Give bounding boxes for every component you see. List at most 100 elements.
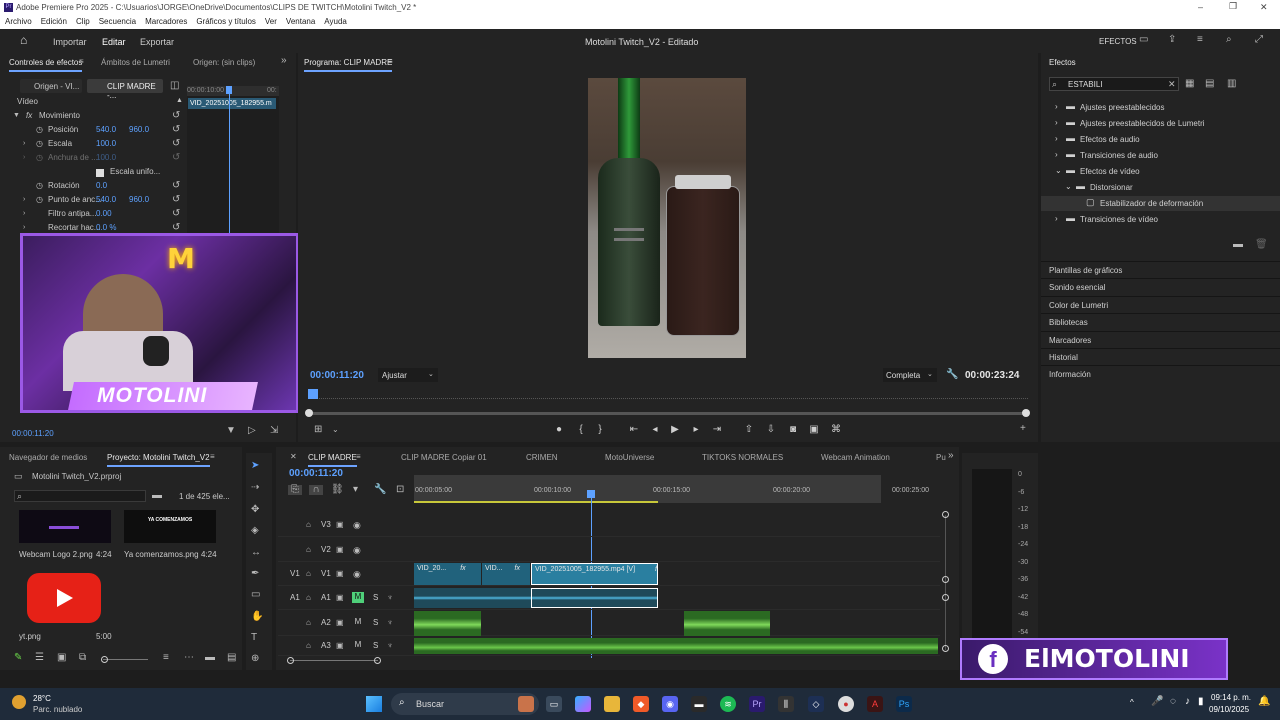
icon-view-icon[interactable]: ▣ <box>57 653 66 663</box>
task-view-icon[interactable]: ▭ <box>546 696 562 712</box>
volume-icon[interactable]: ♪ <box>1185 697 1190 707</box>
new-bin-icon[interactable]: ▬ <box>205 653 215 663</box>
sequence-tab[interactable]: CLIP MADRE Copiar 01 <box>401 453 487 462</box>
sync-lock-icon[interactable]: ▣ <box>336 641 344 651</box>
timeline-playhead[interactable] <box>587 490 595 498</box>
reset-icon[interactable]: ↺ <box>172 181 180 191</box>
premiere-icon[interactable]: Pr <box>749 696 765 712</box>
track-v3[interactable]: ⌂ V3 ▣ ◉ <box>278 513 940 537</box>
sequence-tab[interactable]: MotoUniverse <box>605 453 654 462</box>
expand-tabs-icon[interactable]: » <box>948 451 954 461</box>
add-marker-icon[interactable]: ▾ <box>353 485 358 495</box>
tab-lumetri-scopes[interactable]: Ámbitos de Lumetri <box>101 58 170 67</box>
track-name[interactable]: A3 <box>321 641 331 650</box>
lock-icon[interactable]: ⌂ <box>306 641 311 651</box>
project-item-yt[interactable]: yt.png 5:00 <box>19 571 112 641</box>
generative-extend-icon[interactable]: ⊕ <box>251 654 259 664</box>
effects-tree-item[interactable]: › ▬ Ajustes preestablecidos de Lumetri <box>1041 116 1280 131</box>
close-icon[interactable]: ✕ <box>290 452 297 462</box>
new-bin-icon[interactable]: ▬ <box>1233 240 1243 250</box>
terminal-icon[interactable]: ▬ <box>691 696 707 712</box>
zoom-scrollbar[interactable] <box>308 412 1026 415</box>
track-select-icon[interactable]: ⇢ <box>251 483 259 493</box>
yuv-effects-icon[interactable]: ▥ <box>1227 79 1236 89</box>
track-name[interactable]: A1 <box>321 593 331 602</box>
step-forward-icon[interactable]: ▸ <box>689 424 703 436</box>
effects-section-header[interactable]: Sonido esencial <box>1049 283 1105 292</box>
track-name[interactable]: V1 <box>321 569 331 578</box>
hand-tool-icon[interactable]: ✋ <box>251 612 263 622</box>
chevron-right-icon[interactable]: › <box>23 223 25 233</box>
reset-icon[interactable]: ↺ <box>172 139 180 149</box>
audio-clip-a3[interactable] <box>414 638 938 654</box>
new-bin-icon[interactable]: ▬ <box>152 491 162 501</box>
maximize-button[interactable]: ❐ <box>1229 1 1237 12</box>
notifications-icon[interactable]: 🔔 <box>1258 697 1270 707</box>
solo-button[interactable]: S <box>373 593 378 602</box>
panel-menu-icon[interactable]: ≡ <box>210 452 215 462</box>
chevron-right-icon[interactable]: › <box>23 209 25 219</box>
stopwatch-icon[interactable]: ◷ <box>36 153 43 163</box>
minimize-button[interactable]: – <box>1198 2 1203 12</box>
effects-title[interactable]: Efectos <box>1049 58 1076 67</box>
mic-icon[interactable]: 🎤 <box>1151 697 1163 707</box>
stopwatch-icon[interactable]: ◷ <box>36 125 43 135</box>
clear-search-icon[interactable]: ✕ <box>1168 79 1176 89</box>
property-value-1[interactable]: 540.0 <box>96 125 116 134</box>
effects-tree-item[interactable]: ▢ Estabilizador de deformación <box>1041 196 1280 211</box>
chevron-down-icon[interactable]: ⌄ <box>1065 182 1072 191</box>
selection-tool-icon[interactable]: ➤ <box>251 461 259 471</box>
slip-tool-icon[interactable]: ↔ <box>251 548 261 558</box>
timeline-clip-v1-selected[interactable]: VID_20251005_182955.mp4 [V]fx <box>531 563 658 585</box>
panel-icon[interactable]: ▭ <box>1139 35 1148 45</box>
source-clip-dropdown[interactable]: Origen - VI... <box>20 79 82 93</box>
program-title[interactable]: Programa: CLIP MADRE <box>304 58 393 72</box>
home-icon[interactable]: ⌂ <box>20 34 27 46</box>
camera-icon[interactable]: ◙ <box>786 424 800 436</box>
chevron-right-icon[interactable]: › <box>1055 102 1058 111</box>
track-name[interactable]: A2 <box>321 618 331 627</box>
quick-export-icon[interactable]: ≡ <box>1197 35 1203 45</box>
taskbar-search[interactable]: ⌕ Buscar <box>391 693 539 715</box>
chevron-right-icon[interactable]: › <box>1055 150 1058 159</box>
sync-lock-icon[interactable]: ▣ <box>336 569 344 579</box>
acrobat-icon[interactable]: A <box>867 696 883 712</box>
step-back-icon[interactable]: ◂ <box>648 424 662 436</box>
effects-search-input[interactable]: ⌕ ESTABILI ✕ <box>1049 77 1179 91</box>
sequence-tab[interactable]: TIKTOKS NORMALES <box>702 453 783 462</box>
tab-effect-controls[interactable]: Controles de efectos <box>9 58 83 72</box>
clock-time[interactable]: 09:14 p. m. <box>1211 693 1251 702</box>
linked-selection-icon[interactable]: ⛓ <box>331 485 344 495</box>
fullscreen-icon[interactable]: ⤢ <box>1255 35 1263 45</box>
play-only-audio-icon[interactable]: ▷ <box>248 426 256 436</box>
audio-clip-a2-b[interactable] <box>684 611 770 636</box>
lock-icon[interactable]: ⌂ <box>306 569 311 579</box>
effects-tree-item[interactable]: ⌄ ▬ Efectos de vídeo <box>1041 164 1280 179</box>
toggle-timeline-icon[interactable]: ◫ <box>170 81 179 91</box>
chevron-right-icon[interactable]: › <box>1055 214 1058 223</box>
lock-icon[interactable]: ⌂ <box>306 520 311 530</box>
audio-clip-a2-a[interactable] <box>414 611 481 636</box>
play-icon[interactable]: ▶ <box>668 424 682 436</box>
chevron-right-icon[interactable]: › <box>23 139 25 149</box>
chevron-up-icon[interactable]: ^ <box>1130 698 1134 708</box>
timeline-clip-v1-b[interactable]: VID... fx <box>482 563 530 585</box>
eye-icon[interactable]: ◉ <box>353 520 361 530</box>
battery-icon[interactable]: ▮ <box>1198 697 1204 707</box>
effects-section-header[interactable]: Historial <box>1049 353 1078 362</box>
program-timecode[interactable]: 00:00:11:20 <box>310 370 364 381</box>
safe-margins-icon[interactable]: ⊞ <box>314 425 322 435</box>
widgets-icon[interactable] <box>518 696 534 712</box>
effects-section-header[interactable]: Plantillas de gráficos <box>1049 266 1122 275</box>
brave-icon[interactable]: ◆ <box>633 696 649 712</box>
chevron-down-icon[interactable]: ⌄ <box>1055 166 1062 175</box>
tab-exportar[interactable]: Exportar <box>140 37 174 47</box>
checkbox-icon[interactable] <box>96 169 104 177</box>
menu-8[interactable]: Ayuda <box>324 17 347 26</box>
track-name[interactable]: V2 <box>321 545 331 554</box>
sequence-tab[interactable]: CLIP MADRE <box>308 453 357 467</box>
pencil-icon[interactable]: ✎ <box>14 653 22 663</box>
lock-icon[interactable]: ⌂ <box>306 545 311 555</box>
freeform-view-icon[interactable]: ⧉ <box>79 653 86 663</box>
timeline-hscroll[interactable] <box>290 660 378 661</box>
